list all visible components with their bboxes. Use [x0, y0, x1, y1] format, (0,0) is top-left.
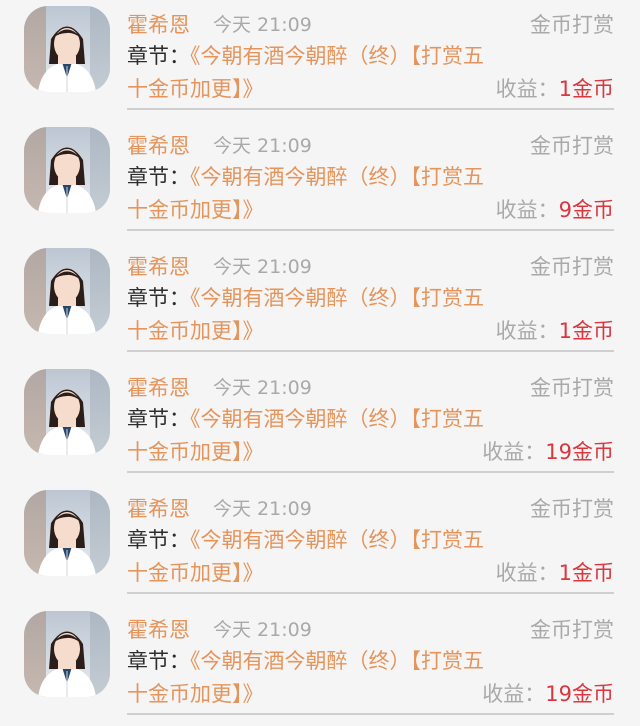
avatar[interactable] [24, 127, 110, 213]
income-label: 收益： [495, 319, 559, 343]
income-line: 收益：19金币 [482, 679, 614, 709]
chapter-prefix: 章节： [127, 286, 190, 310]
income-line: 收益：19金币 [482, 437, 614, 467]
avatar[interactable] [24, 248, 110, 334]
divider [127, 350, 614, 352]
income-label: 收益： [482, 440, 546, 464]
income-line: 收益：9金币 [496, 195, 614, 225]
timestamp: 今天 21:09 [213, 256, 312, 278]
person-avatar-icon [24, 611, 110, 697]
timestamp: 今天 21:09 [213, 135, 312, 157]
divider [127, 108, 614, 110]
income-value: 9金币 [558, 198, 614, 222]
chapter-line: 章节：《今朝有酒今朝醉（终）【打赏五十金币加更】》 [127, 282, 499, 348]
person-avatar-icon [24, 490, 110, 576]
income-value: 1金币 [558, 319, 614, 343]
user-name[interactable]: 霍希恩 [127, 615, 190, 645]
reward-notification-item[interactable]: 霍希恩 今天 21:09 金币打赏 章节：《今朝有酒今朝醉（终）【打赏五十金币加… [0, 605, 640, 726]
timestamp: 今天 21:09 [213, 377, 312, 399]
timestamp: 今天 21:09 [213, 14, 312, 36]
income-value: 1金币 [558, 561, 614, 585]
reward-type-label: 金币打赏 [530, 376, 614, 400]
chapter-prefix: 章节： [127, 649, 190, 673]
chapter-prefix: 章节： [127, 528, 190, 552]
chapter-line: 章节：《今朝有酒今朝醉（终）【打赏五十金币加更】》 [127, 40, 499, 106]
user-name[interactable]: 霍希恩 [127, 494, 190, 524]
person-avatar-icon [24, 369, 110, 455]
chapter-prefix: 章节： [127, 165, 190, 189]
reward-type-label: 金币打赏 [530, 255, 614, 279]
person-avatar-icon [24, 248, 110, 334]
income-value: 19金币 [545, 682, 614, 706]
income-label: 收益： [495, 77, 559, 101]
user-name[interactable]: 霍希恩 [127, 131, 190, 161]
avatar[interactable] [24, 490, 110, 576]
reward-type-label: 金币打赏 [530, 497, 614, 521]
income-label: 收益： [482, 682, 546, 706]
chapter-prefix: 章节： [127, 44, 190, 68]
chapter-line: 章节：《今朝有酒今朝醉（终）【打赏五十金币加更】》 [127, 524, 499, 590]
divider [127, 592, 614, 594]
person-avatar-icon [24, 6, 110, 92]
user-name[interactable]: 霍希恩 [127, 252, 190, 282]
income-label: 收益： [495, 561, 559, 585]
reward-notification-list: 霍希恩 今天 21:09 金币打赏 章节：《今朝有酒今朝醉（终）【打赏五十金币加… [0, 0, 640, 722]
reward-notification-item[interactable]: 霍希恩 今天 21:09 金币打赏 章节：《今朝有酒今朝醉（终）【打赏五十金币加… [0, 242, 640, 363]
income-value: 1金币 [558, 77, 614, 101]
reward-type-label: 金币打赏 [530, 134, 614, 158]
income-line: 收益：1金币 [496, 558, 614, 588]
divider [127, 229, 614, 231]
reward-type-label: 金币打赏 [530, 618, 614, 642]
avatar[interactable] [24, 369, 110, 455]
reward-notification-item[interactable]: 霍希恩 今天 21:09 金币打赏 章节：《今朝有酒今朝醉（终）【打赏五十金币加… [0, 484, 640, 605]
income-line: 收益：1金币 [496, 316, 614, 346]
reward-notification-item[interactable]: 霍希恩 今天 21:09 金币打赏 章节：《今朝有酒今朝醉（终）【打赏五十金币加… [0, 0, 640, 121]
income-value: 19金币 [545, 440, 614, 464]
avatar[interactable] [24, 6, 110, 92]
divider [127, 471, 614, 473]
chapter-line: 章节：《今朝有酒今朝醉（终）【打赏五十金币加更】》 [127, 403, 499, 469]
timestamp: 今天 21:09 [213, 498, 312, 520]
chapter-line: 章节：《今朝有酒今朝醉（终）【打赏五十金币加更】》 [127, 645, 499, 711]
person-avatar-icon [24, 127, 110, 213]
avatar[interactable] [24, 611, 110, 697]
chapter-line: 章节：《今朝有酒今朝醉（终）【打赏五十金币加更】》 [127, 161, 499, 227]
income-label: 收益： [495, 198, 559, 222]
timestamp: 今天 21:09 [213, 619, 312, 641]
user-name[interactable]: 霍希恩 [127, 373, 190, 403]
divider [127, 713, 614, 715]
chapter-prefix: 章节： [127, 407, 190, 431]
user-name[interactable]: 霍希恩 [127, 10, 190, 40]
reward-notification-item[interactable]: 霍希恩 今天 21:09 金币打赏 章节：《今朝有酒今朝醉（终）【打赏五十金币加… [0, 363, 640, 484]
reward-type-label: 金币打赏 [530, 13, 614, 37]
income-line: 收益：1金币 [496, 74, 614, 104]
reward-notification-item[interactable]: 霍希恩 今天 21:09 金币打赏 章节：《今朝有酒今朝醉（终）【打赏五十金币加… [0, 121, 640, 242]
